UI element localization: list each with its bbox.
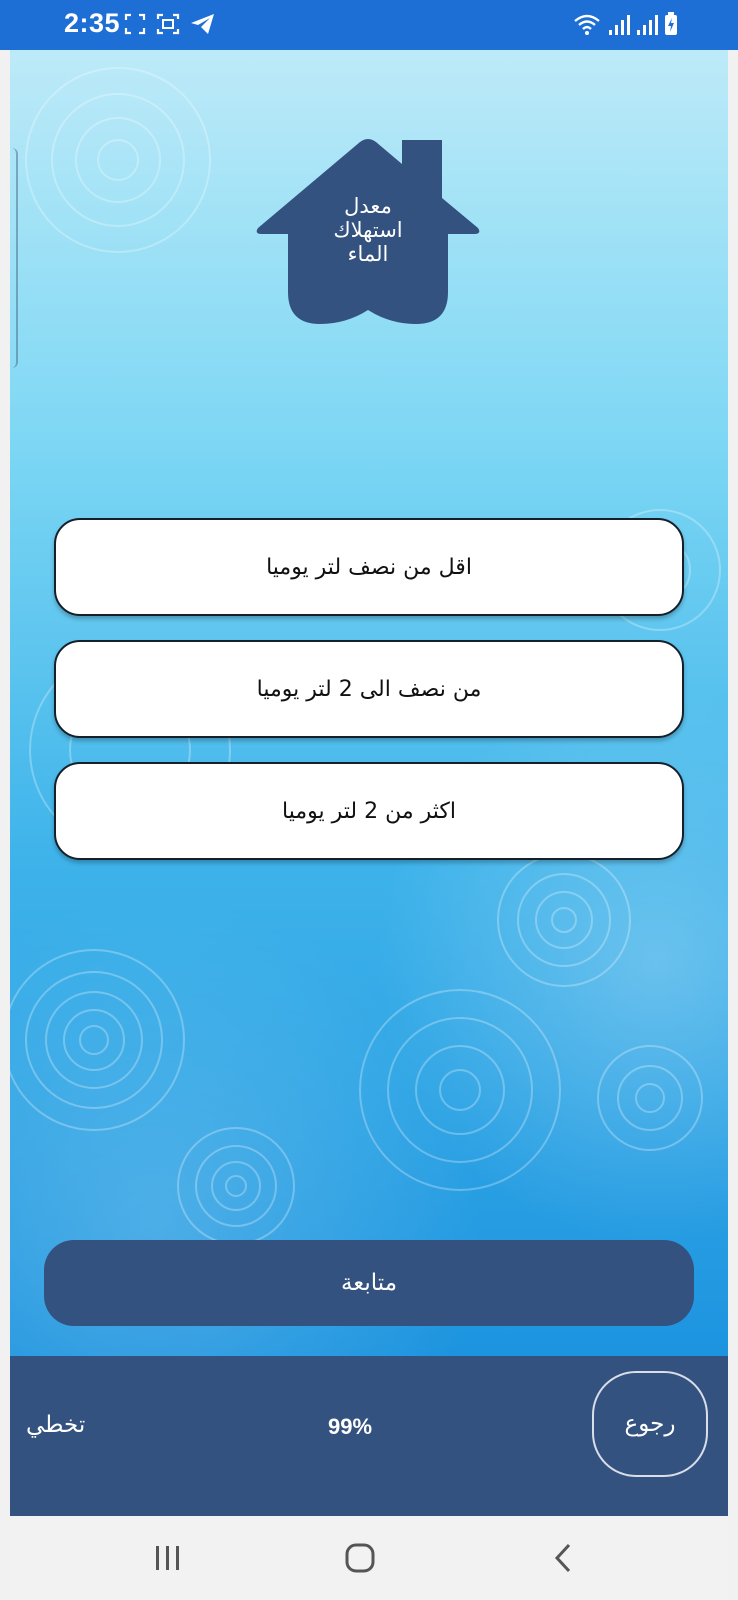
- home-icon[interactable]: [340, 1538, 380, 1578]
- option-less-than-half-liter[interactable]: اقل من نصف لتر يوميا: [54, 518, 684, 616]
- status-system-icons: [572, 12, 678, 36]
- progress-percent: 99%: [327, 1414, 373, 1439]
- title-line: معدل: [344, 194, 392, 218]
- option-more-than-two-liters[interactable]: اكثر من 2 لتر يوميا: [54, 762, 684, 860]
- back-icon[interactable]: [544, 1538, 584, 1578]
- title-line: استهلاك: [333, 218, 403, 242]
- skip-button[interactable]: تخطي: [26, 1412, 85, 1438]
- bottom-bar: تخطي 99% رجوع: [10, 1356, 728, 1516]
- app-screen: 2:35 معدل استهلاك الماء اقل من نصف لتر ي…: [0, 0, 738, 1600]
- wifi-icon: [574, 14, 600, 35]
- title-line: الماء: [347, 242, 389, 266]
- edge-panel-handle[interactable]: [10, 148, 18, 368]
- page-title: معدل استهلاك الماء: [252, 194, 484, 266]
- screenshot-icon: [124, 13, 146, 35]
- back-button[interactable]: رجوع: [592, 1371, 708, 1477]
- status-time: 2:35: [64, 8, 121, 38]
- battery-charging-icon: [665, 12, 677, 35]
- status-bar: 2:35: [0, 0, 738, 50]
- option-label: اقل من نصف لتر يوميا: [266, 554, 472, 580]
- recent-apps-icon[interactable]: [148, 1538, 188, 1578]
- telegram-icon: [191, 14, 214, 34]
- option-label: اكثر من 2 لتر يوميا: [282, 798, 456, 824]
- signal-icon: [637, 15, 658, 35]
- option-label: من نصف الى 2 لتر يوميا: [256, 676, 482, 702]
- option-half-to-two-liters[interactable]: من نصف الى 2 لتر يوميا: [54, 640, 684, 738]
- back-label: رجوع: [624, 1411, 676, 1437]
- continue-label: متابعة: [340, 1270, 398, 1296]
- system-nav-bar: [10, 1516, 728, 1600]
- status-notification-icons: [124, 13, 216, 35]
- screen-record-icon: [156, 13, 180, 35]
- house-title-badge: معدل استهلاك الماء: [252, 136, 484, 330]
- signal-icon: [609, 15, 630, 35]
- continue-button[interactable]: متابعة: [44, 1240, 694, 1326]
- water-background: معدل استهلاك الماء اقل من نصف لتر يوميا …: [10, 50, 728, 1356]
